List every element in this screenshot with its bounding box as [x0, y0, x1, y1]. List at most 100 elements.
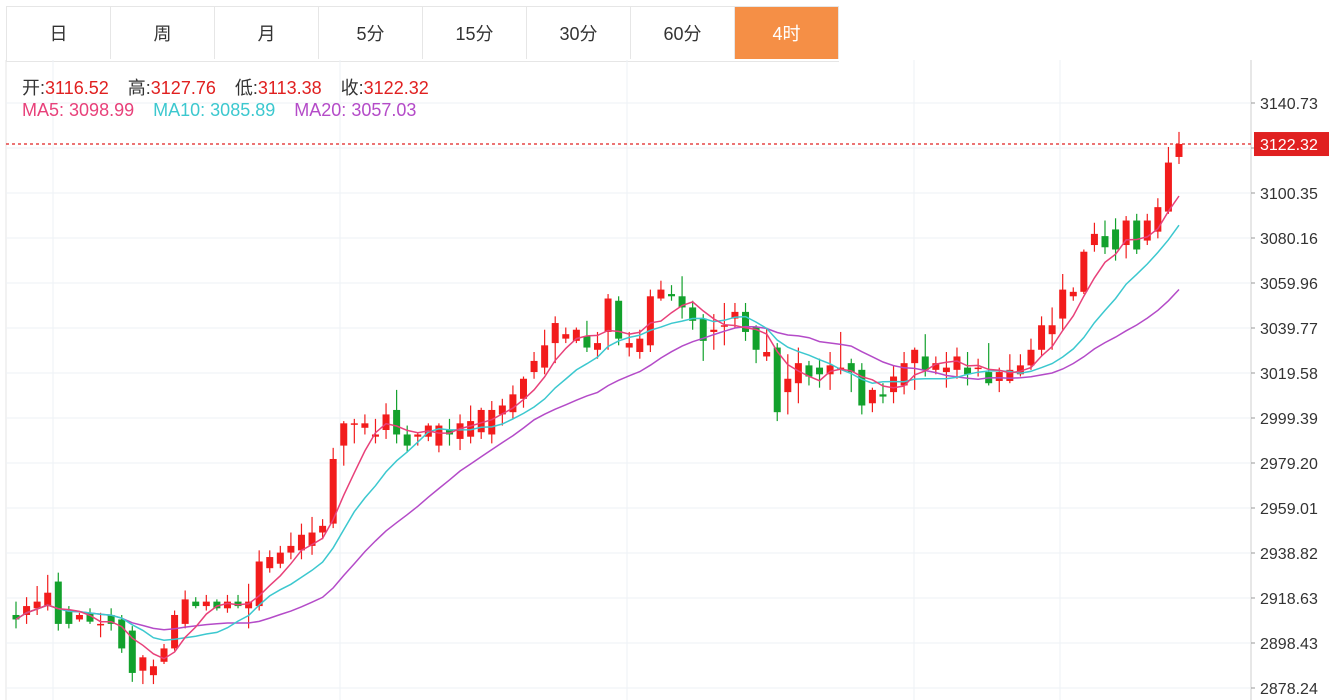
candle-body — [921, 356, 929, 370]
candle-body — [646, 296, 654, 346]
candle-body — [530, 360, 538, 373]
candle-body — [456, 423, 464, 439]
candle-body — [149, 666, 157, 676]
y-tick-label: 3080.16 — [1260, 231, 1318, 248]
ma-readout: MA5: 3098.99 MA10: 3085.89 MA20: 3057.03 — [22, 100, 416, 121]
candle-body — [583, 336, 591, 348]
low-value: 3113.38 — [257, 78, 322, 98]
candle-body — [1048, 325, 1056, 335]
candle-body — [668, 294, 676, 297]
candle-body — [297, 534, 305, 551]
y-tick-label: 3140.73 — [1260, 96, 1318, 113]
candle-body — [319, 525, 327, 533]
candle-body — [625, 343, 633, 348]
candle-body — [223, 601, 231, 609]
candle-body — [255, 561, 263, 607]
candle-body — [477, 409, 485, 433]
candle-body — [974, 367, 982, 370]
candle-body — [488, 409, 496, 435]
candle-body — [202, 601, 210, 607]
candle-body — [562, 334, 570, 339]
candle-body — [890, 376, 898, 393]
candle-body — [1069, 291, 1077, 297]
y-tick-label: 2918.63 — [1260, 591, 1318, 608]
candle-body — [118, 619, 126, 649]
ma20-label: MA20: — [294, 100, 347, 120]
candle-body — [551, 323, 559, 344]
low-label: 低: — [234, 78, 258, 98]
candle-body — [710, 329, 718, 332]
y-tick-label: 3039.77 — [1260, 321, 1318, 338]
candle-body — [393, 409, 401, 435]
ma5-label: MA5: — [22, 100, 65, 120]
candle-body — [1112, 229, 1120, 250]
ma20-value: 3057.03 — [351, 100, 417, 120]
candle-body — [54, 581, 62, 624]
candle-body — [361, 423, 369, 428]
candle-body — [868, 389, 876, 404]
high-value: 3127.76 — [150, 78, 216, 98]
candle-body — [953, 356, 961, 370]
candle-body — [773, 347, 781, 413]
candle-body — [171, 614, 179, 649]
candle-body — [519, 378, 527, 399]
candle-body — [128, 630, 136, 673]
candle-body — [911, 349, 919, 364]
y-tick-label: 3100.35 — [1260, 186, 1318, 203]
candle-body — [414, 434, 422, 437]
candle-body — [1027, 349, 1035, 366]
ma10-value: 3085.89 — [210, 100, 276, 120]
candle-body — [266, 557, 274, 569]
candle-body — [1080, 251, 1088, 292]
ma5-line — [15, 195, 1180, 660]
candle-body — [97, 623, 105, 626]
candle-body — [594, 343, 601, 350]
candle-body — [160, 648, 168, 662]
candle-body — [287, 545, 295, 553]
candle-body — [75, 614, 83, 620]
candle-body — [1133, 220, 1141, 250]
candle-body — [763, 352, 771, 357]
ohlc-readout: 开:3116.52 高:3127.76 低:3113.38 收:3122.32 — [22, 74, 429, 100]
y-tick-label: 2959.01 — [1260, 501, 1318, 518]
candle-body — [192, 601, 200, 607]
candle-body — [403, 434, 411, 446]
candle-body — [382, 414, 390, 431]
candle-body — [541, 345, 549, 368]
candle-body — [879, 394, 887, 397]
candle-body — [1101, 236, 1109, 248]
y-tick-label: 2938.82 — [1260, 546, 1318, 563]
y-tick-label: 3059.96 — [1260, 276, 1318, 293]
candle-body — [636, 338, 644, 353]
candle-body — [276, 552, 284, 564]
candle-body — [615, 300, 623, 339]
candle-body — [340, 423, 348, 446]
candle-body — [942, 367, 950, 373]
y-tick-label: 2999.39 — [1260, 411, 1318, 428]
ma10-label: MA10: — [153, 100, 206, 120]
candle-body — [1175, 144, 1183, 157]
current-price-label: 3122.32 — [1260, 137, 1318, 154]
y-tick-label: 2898.43 — [1260, 636, 1318, 653]
candle-body — [139, 657, 147, 671]
candle-body — [350, 423, 358, 425]
candle-body — [1122, 220, 1130, 246]
close-label: 收: — [340, 78, 364, 98]
ma10-line — [15, 224, 1180, 641]
candle-body — [794, 363, 802, 384]
candle-body — [604, 298, 612, 332]
ma5-value: 3098.99 — [69, 100, 135, 120]
open-label: 开: — [22, 78, 46, 98]
open-value: 3116.52 — [45, 78, 109, 98]
candle-body — [181, 599, 189, 624]
y-tick-label: 3019.58 — [1260, 366, 1318, 383]
candle-body — [65, 610, 73, 624]
candle-body — [1059, 289, 1067, 319]
candle-body — [816, 367, 824, 375]
candle-body — [1090, 233, 1098, 246]
y-tick-label: 2878.24 — [1260, 681, 1318, 698]
y-tick-label: 2979.20 — [1260, 456, 1318, 473]
candle-body — [1164, 162, 1172, 212]
candle-body — [1038, 325, 1046, 350]
candle-body — [995, 372, 1003, 381]
